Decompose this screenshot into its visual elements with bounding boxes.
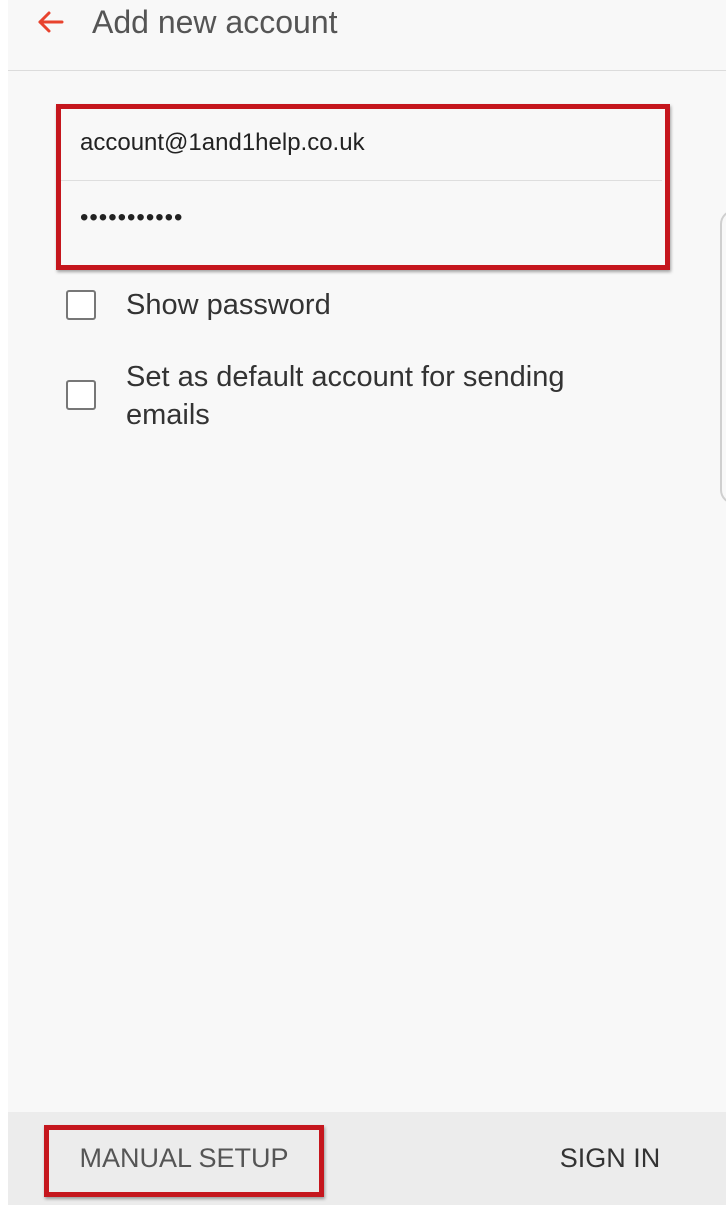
default-account-label-line2: emails xyxy=(126,399,210,431)
page-title: Add new account xyxy=(92,4,338,40)
scroll-indicator xyxy=(720,210,726,504)
form-highlight-box xyxy=(56,104,670,270)
default-account-option[interactable]: Set as default account for sending email… xyxy=(66,358,565,434)
manual-setup-highlight-box xyxy=(44,1125,324,1197)
arrow-left-icon[interactable] xyxy=(36,4,66,40)
default-account-label-line1: Set as default account for sending xyxy=(126,361,565,393)
show-password-label: Show password xyxy=(126,289,331,321)
sign-in-button[interactable]: SIGN IN xyxy=(540,1134,680,1182)
default-account-label: Set as default account for sending email… xyxy=(126,358,565,434)
app-header: Add new account xyxy=(8,0,726,71)
show-password-option[interactable]: Show password xyxy=(66,286,331,324)
show-password-checkbox[interactable] xyxy=(66,290,96,320)
default-account-checkbox[interactable] xyxy=(66,380,96,410)
